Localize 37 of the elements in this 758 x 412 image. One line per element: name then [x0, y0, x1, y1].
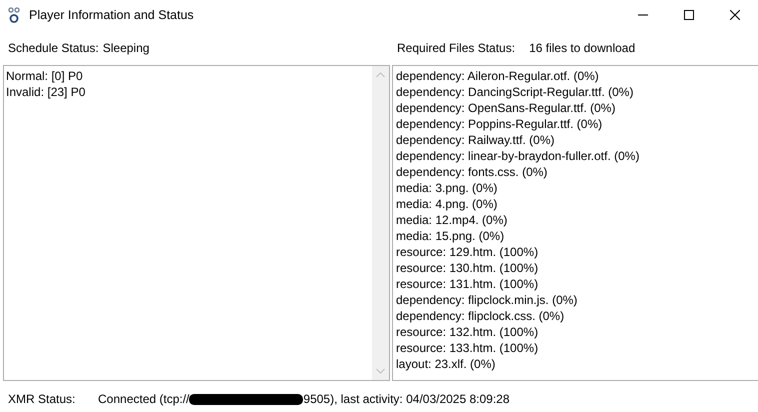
list-item[interactable]: Normal: [0] P0	[6, 68, 83, 84]
list-item[interactable]: layout: 23.xlf. (0%)	[396, 356, 496, 372]
scroll-down-icon[interactable]	[376, 368, 385, 374]
schedule-status-label: Schedule Status:	[8, 40, 99, 54]
scroll-up-icon[interactable]	[376, 72, 385, 78]
list-item[interactable]: dependency: DancingScript-Regular.ttf. (0%)	[396, 84, 634, 100]
list-item[interactable]: dependency: OpenSans-Regular.ttf. (0%)	[396, 100, 616, 116]
close-icon	[730, 10, 740, 20]
list-item[interactable]: media: 4.png. (0%)	[396, 196, 498, 212]
list-item[interactable]: resource: 132.htm. (100%)	[396, 324, 538, 340]
schedule-status-value: Sleeping	[102, 40, 150, 54]
window-title: Player Information and Status	[29, 8, 194, 22]
xmr-status-value: 9505), last activity: 04/03/2025 8:09:28	[303, 392, 510, 406]
list-item[interactable]: media: 15.png. (0%)	[396, 228, 504, 244]
list-item[interactable]: resource: 130.htm. (100%)	[396, 260, 538, 276]
required-files-value: 16 files to download	[529, 40, 636, 54]
list-item[interactable]: dependency: flipclock.css. (0%)	[396, 308, 564, 324]
list-item[interactable]: dependency: flipclock.min.js. (0%)	[396, 292, 578, 308]
list-item[interactable]: resource: 129.htm. (100%)	[396, 244, 538, 260]
xmr-status-label: XMR Status:	[8, 392, 76, 406]
schedule-listbox[interactable]: Normal: [0] P0 Invalid: [23] P0	[3, 65, 390, 381]
list-item[interactable]: resource: 133.htm. (100%)	[396, 340, 538, 356]
app-icon	[8, 7, 20, 23]
list-item[interactable]: Invalid: [23] P0	[6, 84, 86, 100]
required-files-listbox[interactable]	[392, 65, 758, 381]
list-item[interactable]: dependency: Poppins-Regular.ttf. (0%)	[396, 116, 602, 132]
xmr-status-value: Connected (tcp://	[98, 392, 190, 406]
list-item[interactable]: dependency: fonts.css. (0%)	[396, 164, 548, 180]
list-item[interactable]: resource: 131.htm. (100%)	[396, 276, 538, 292]
list-item[interactable]: dependency: linear-by-braydon-fuller.otf. (0%)	[396, 148, 640, 164]
list-item[interactable]: dependency: Aileron-Regular.otf. (0%)	[396, 68, 599, 84]
scrollbar[interactable]	[372, 66, 389, 380]
maximize-icon	[684, 10, 694, 20]
list-item[interactable]: media: 3.png. (0%)	[396, 180, 498, 196]
list-item[interactable]: dependency: Railway.ttf. (0%)	[396, 132, 555, 148]
required-files-label: Required Files Status:	[397, 40, 516, 54]
list-item[interactable]: media: 12.mp4. (0%)	[396, 212, 508, 228]
